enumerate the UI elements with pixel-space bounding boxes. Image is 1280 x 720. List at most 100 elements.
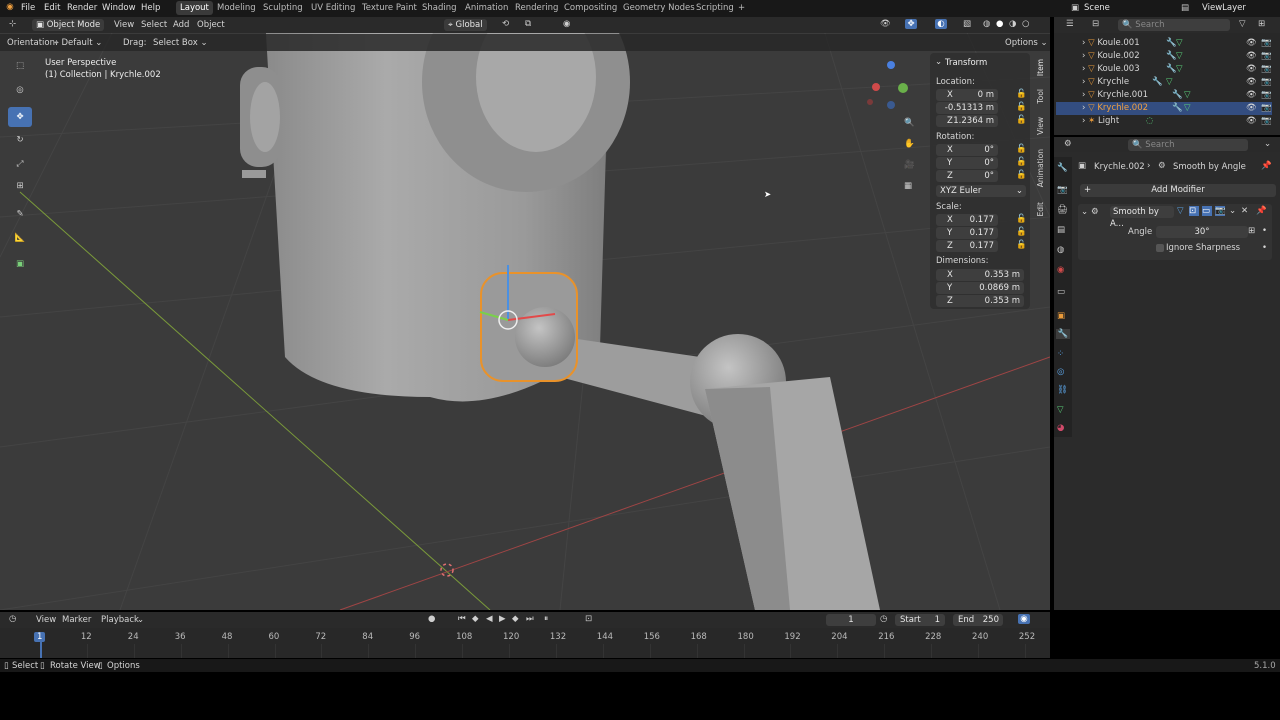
add-cube-tool-icon[interactable]: ▣	[12, 259, 28, 269]
viewport-3d[interactable]: ⬚ ◎ ✥ ↻ ⤢ ⊞ ✎ 📐 ▣ User Perspective (1) C…	[0, 17, 1050, 610]
annotate-tool-icon[interactable]: ✎	[12, 209, 28, 219]
clock-icon[interactable]: ◷	[880, 614, 887, 624]
tab-view[interactable]: View	[1036, 117, 1045, 135]
drag-select[interactable]: Select Box ⌄	[153, 38, 208, 48]
dimensions-x-field[interactable]: X 0.353 m	[936, 269, 1024, 281]
collection-props-icon[interactable]: ▭	[1057, 287, 1065, 297]
properties-search-input[interactable]: 🔍 Search	[1128, 139, 1248, 151]
jump-end-icon[interactable]: ⏭	[526, 614, 534, 624]
menu-edit[interactable]: Edit	[44, 3, 60, 13]
keyframe-dot-icon[interactable]: •	[1262, 243, 1267, 253]
keying-set-icon[interactable]: ⊡	[585, 614, 592, 624]
outliner-item-krychle[interactable]: › ▽ Krychle 🔧 ▽ 👁 📷	[1056, 76, 1272, 89]
menu-marker[interactable]: Marker	[62, 615, 91, 625]
current-frame-field[interactable]: 1	[826, 614, 876, 626]
tab-tool[interactable]: Tool	[1036, 89, 1045, 104]
location-z-field[interactable]: Z 1.2364 m	[936, 115, 998, 127]
options-dropdown[interactable]: Options ⌄	[1005, 38, 1048, 48]
eye-icon[interactable]: 👁	[1246, 63, 1257, 76]
properties-editor-icon[interactable]: ⚙	[1064, 139, 1072, 149]
tab-animation[interactable]: Animation	[1036, 149, 1045, 187]
chevron-down-icon[interactable]: ⌄	[1229, 206, 1236, 216]
scale-z-field[interactable]: Z 0.177	[936, 240, 998, 252]
transform-orientation-select[interactable]: ⌖ Global	[444, 19, 487, 31]
solid-shading-icon[interactable]: ●	[996, 19, 1003, 29]
camera-view-icon[interactable]: 🎥	[904, 160, 915, 170]
pin-icon[interactable]: 📌	[1256, 206, 1267, 216]
jump-start-icon[interactable]: ⏮	[458, 614, 466, 624]
outliner-item-krychle-002-selected[interactable]: › ▽ Krychle.002 🔧 ▽ 👁 📷	[1056, 102, 1272, 115]
lock-icon[interactable]: 🔓	[1016, 227, 1027, 237]
close-icon[interactable]: ✕	[1241, 206, 1248, 216]
lock-icon[interactable]: 🔓	[1016, 240, 1027, 250]
cursor-tool-icon[interactable]: ◎	[12, 85, 28, 95]
tab-modeling[interactable]: Modeling	[217, 3, 256, 13]
outliner-item-light[interactable]: › ✶ Light ◌ 👁 📷	[1056, 115, 1272, 128]
modifier-props-icon[interactable]: 🔧	[1056, 329, 1070, 339]
menu-view[interactable]: View	[114, 20, 134, 30]
menu-object[interactable]: Object	[197, 20, 225, 30]
filter-icon[interactable]: ▽	[1239, 19, 1246, 29]
snap-icon[interactable]: ⧉	[525, 19, 531, 29]
ortho-grid-icon[interactable]: ▦	[904, 181, 912, 191]
data-props-icon[interactable]: ▽	[1057, 405, 1064, 415]
rotate-tool-icon[interactable]: ↻	[12, 135, 28, 145]
camera-icon[interactable]: 📷	[1261, 63, 1272, 76]
location-y-field[interactable]: -0.51313 m	[936, 102, 998, 114]
tab-item[interactable]: Item	[1036, 59, 1045, 77]
eye-icon[interactable]: 👁	[1246, 50, 1257, 63]
record-icon[interactable]: ●	[428, 614, 435, 624]
rotation-x-field[interactable]: X 0°	[936, 144, 998, 156]
keyframe-dot-icon[interactable]: •	[1262, 226, 1267, 236]
eye-icon[interactable]: 👁	[1246, 89, 1257, 102]
angle-field[interactable]: 30°	[1156, 226, 1248, 238]
chevron-down-icon[interactable]: ⌄	[1081, 207, 1088, 217]
eye-icon[interactable]: 👁	[1246, 37, 1257, 50]
move-tool-icon[interactable]: ✥	[8, 107, 32, 127]
scale-tool-icon[interactable]: ⤢	[12, 159, 28, 169]
outliner-item-koule-001[interactable]: › ▽ Koule.001 🔧 ▽ 👁 📷	[1056, 37, 1272, 50]
tab-geometry-nodes[interactable]: Geometry Nodes	[623, 3, 695, 13]
output-props-icon[interactable]: 🖨	[1057, 205, 1068, 215]
timeline-editor-icon[interactable]: ◷	[9, 614, 16, 624]
rotation-z-field[interactable]: Z 0°	[936, 170, 998, 182]
blender-logo-icon[interactable]: ◉	[4, 2, 16, 12]
lock-icon[interactable]: 🔓	[1016, 144, 1027, 154]
scale-y-field[interactable]: Y 0.177	[936, 227, 998, 239]
world-props-icon[interactable]: ◉	[1057, 265, 1064, 275]
outliner-item-koule-003[interactable]: › ▽ Koule.003 🔧 ▽ 👁 📷	[1056, 63, 1272, 76]
transform-section-title[interactable]: Transform	[945, 58, 987, 68]
object-props-icon[interactable]: ▣	[1057, 311, 1065, 321]
keying-icon[interactable]: ⏸	[544, 614, 548, 624]
play-icon[interactable]: ▶	[499, 614, 506, 624]
timeline-ruler[interactable]: 1 12 24 36 48 60 72 84 96 108 120 132 144 156 168 180 19…	[0, 628, 1050, 658]
tab-edit[interactable]: Edit	[1036, 202, 1045, 217]
lock-icon[interactable]: 🔓	[1016, 170, 1027, 180]
add-workspace-button[interactable]: +	[738, 3, 745, 13]
dimensions-y-field[interactable]: Y 0.0869 m	[936, 282, 1024, 294]
chevron-down-icon[interactable]: ⌄	[935, 57, 942, 67]
pivot-icon[interactable]: ⟲	[502, 19, 509, 29]
menu-select[interactable]: Select	[141, 20, 167, 30]
play-reverse-icon[interactable]: ◀	[486, 614, 493, 624]
eye-icon[interactable]: 👁	[1246, 102, 1257, 115]
start-frame-field[interactable]: Start 1	[895, 614, 945, 626]
tab-sculpting[interactable]: Sculpting	[263, 3, 303, 13]
chevron-down-icon[interactable]: ⌄	[1264, 139, 1271, 149]
tab-rendering[interactable]: Rendering	[515, 3, 558, 13]
lock-icon[interactable]: 🔓	[1016, 115, 1027, 125]
playhead[interactable]	[40, 642, 42, 658]
view-layer-props-icon[interactable]: ▤	[1057, 225, 1065, 235]
viewport-display-icon[interactable]: ▭	[1202, 206, 1212, 216]
gizmo-toggle-icon[interactable]: ✥	[905, 19, 917, 29]
on-cage-icon[interactable]: ⊡	[1189, 206, 1199, 216]
menu-file[interactable]: File	[21, 3, 35, 13]
tab-compositing[interactable]: Compositing	[564, 3, 617, 13]
modifier-name-field[interactable]: Smooth by A...	[1110, 206, 1174, 229]
overlay-toggle-icon[interactable]: ◐	[935, 19, 947, 29]
location-x-field[interactable]: X 0 m	[936, 89, 998, 101]
scene-props-icon[interactable]: ◍	[1057, 245, 1064, 255]
auto-keying-icon[interactable]: ◉	[1018, 614, 1030, 624]
menu-window[interactable]: Window	[102, 3, 136, 13]
end-frame-field[interactable]: End 250	[953, 614, 1003, 626]
